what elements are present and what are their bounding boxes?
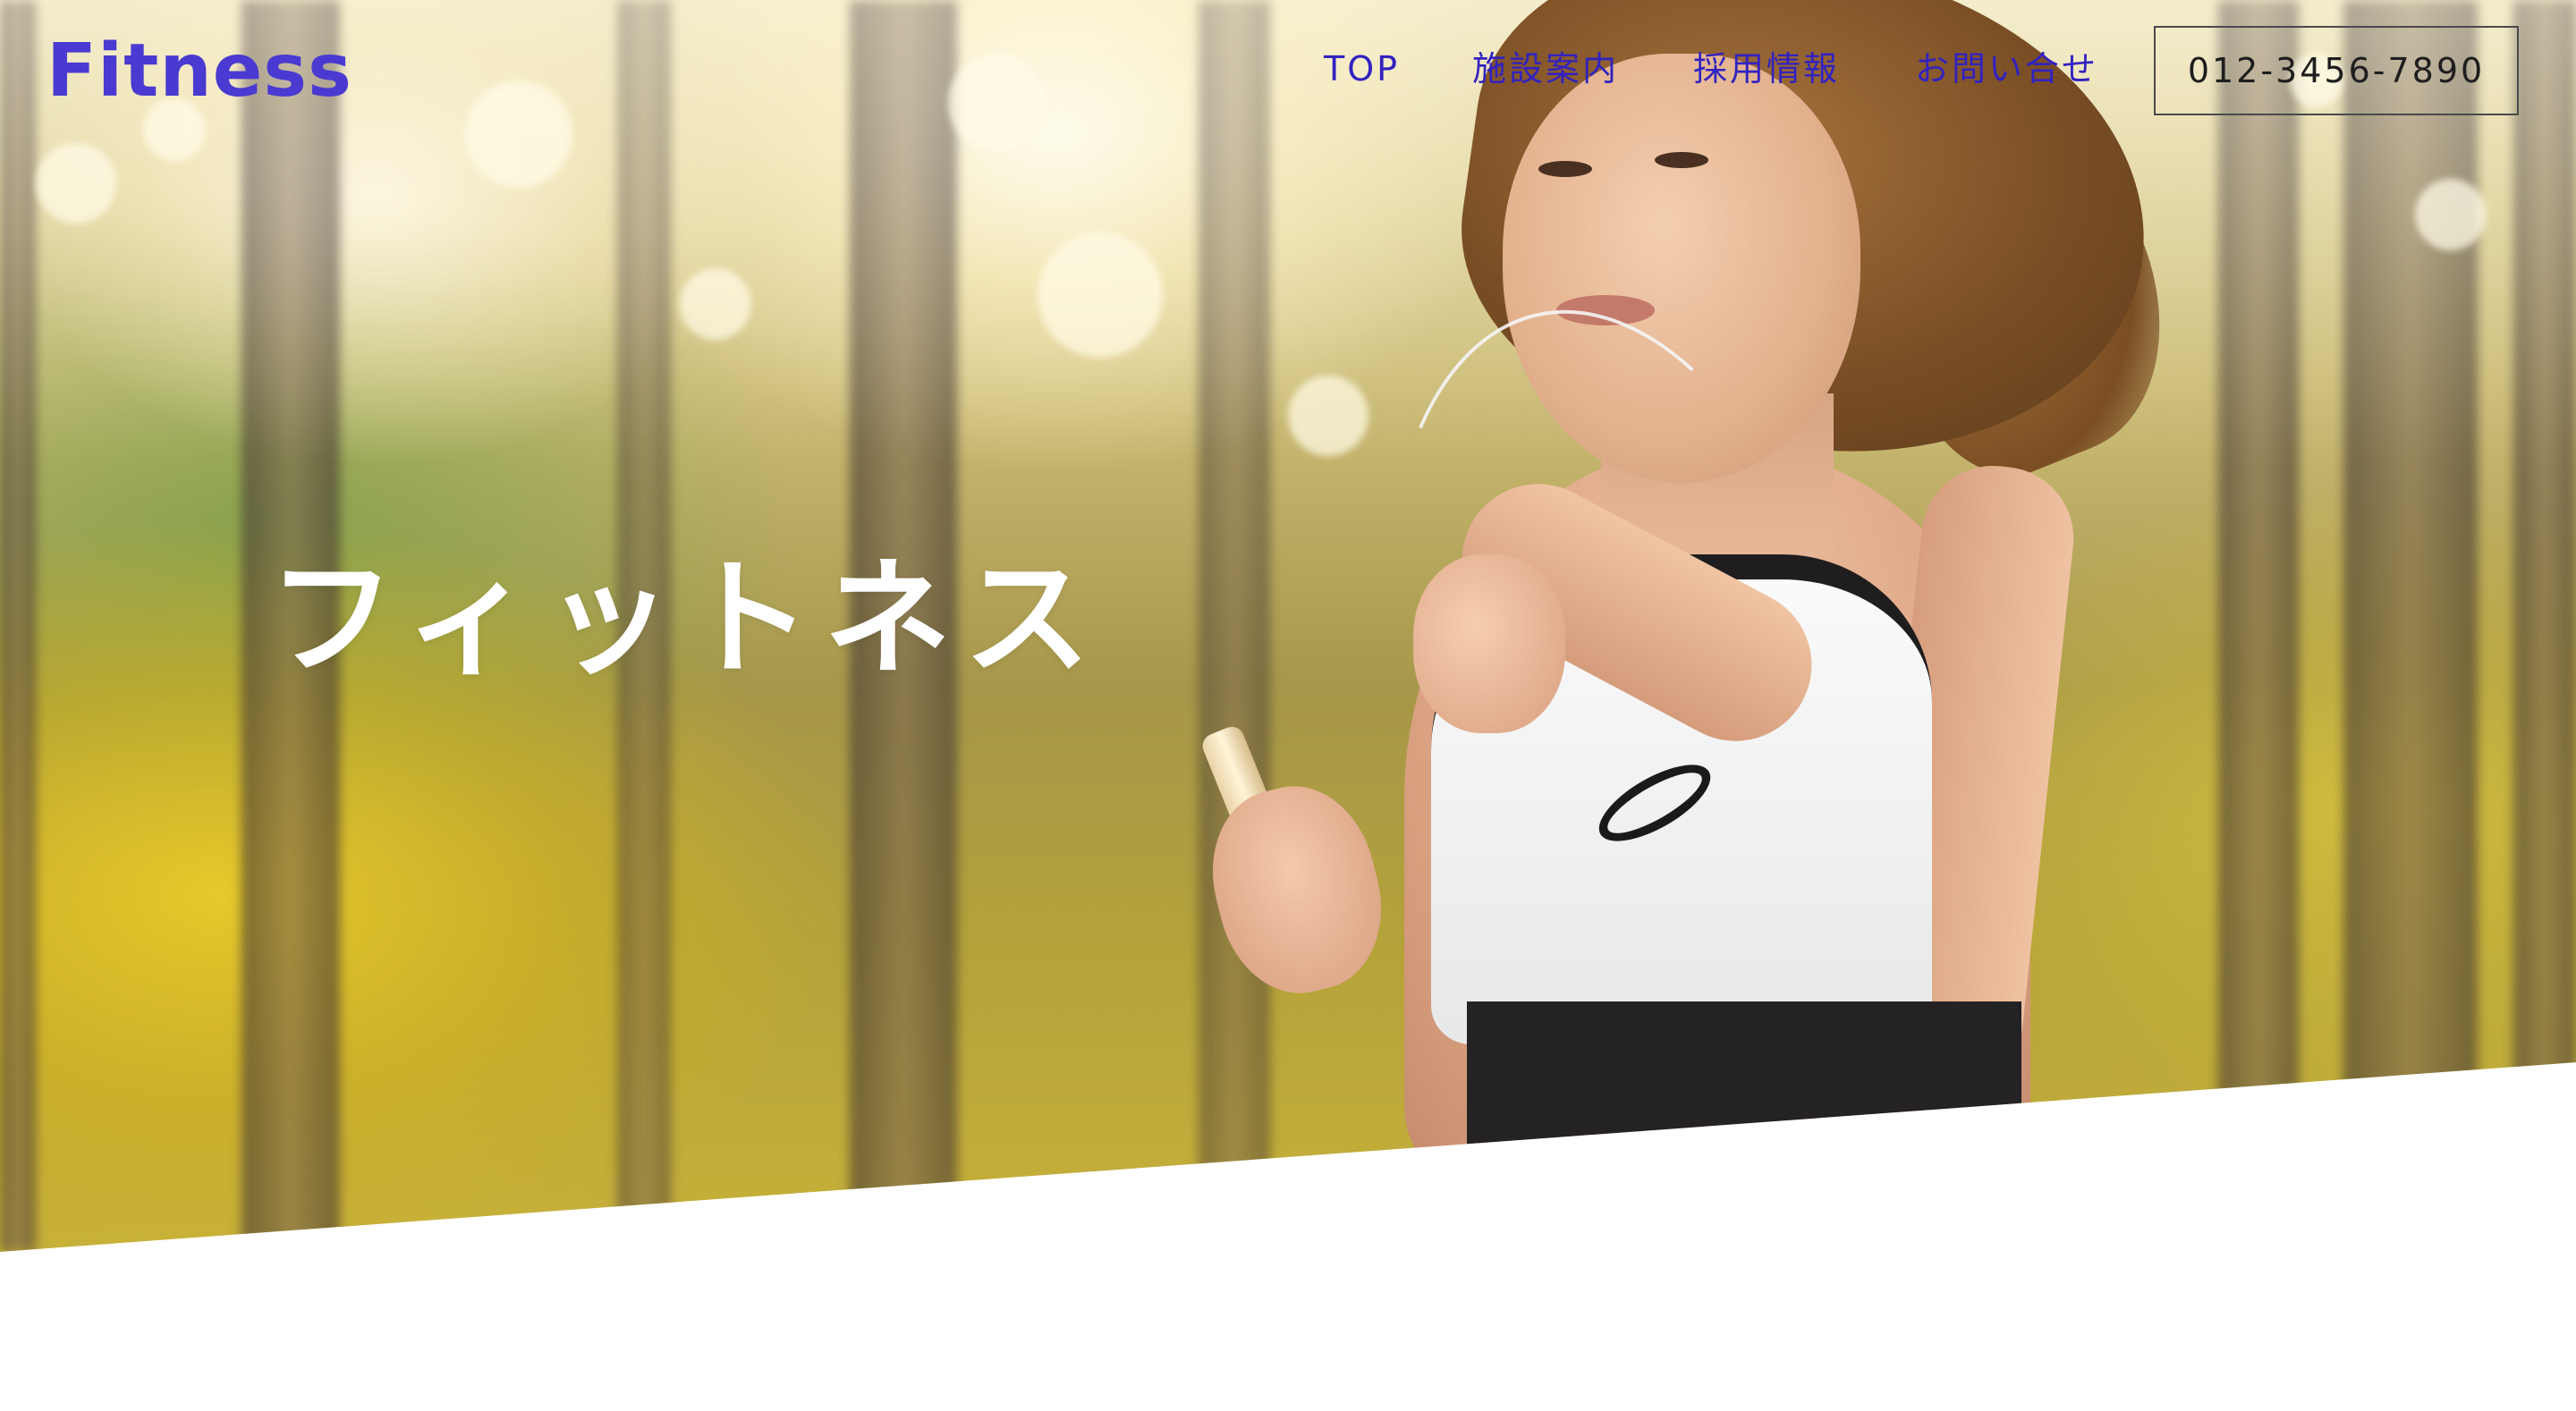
runner-hand bbox=[1193, 770, 1401, 1010]
nav-item-contact[interactable]: お問い合せ bbox=[1915, 46, 2098, 91]
hero-title: フィットネス bbox=[268, 545, 1104, 693]
nav-item-facilities[interactable]: 施設案内 bbox=[1472, 46, 1619, 91]
nav-item-top[interactable]: TOP bbox=[1324, 46, 1400, 91]
runner-eye bbox=[1655, 152, 1708, 168]
phone-number-button[interactable]: 012-3456-7890 bbox=[2154, 26, 2519, 115]
site-header: Fitness TOP 施設案内 採用情報 お問い合せ 012-3456-789… bbox=[0, 0, 2576, 143]
page: フィットネス Fitness TOP 施設案内 採用情報 お問い合せ 012-3… bbox=[0, 0, 2576, 1411]
nav-item-recruit[interactable]: 採用情報 bbox=[1693, 46, 1840, 91]
runner-eye bbox=[1538, 161, 1592, 177]
